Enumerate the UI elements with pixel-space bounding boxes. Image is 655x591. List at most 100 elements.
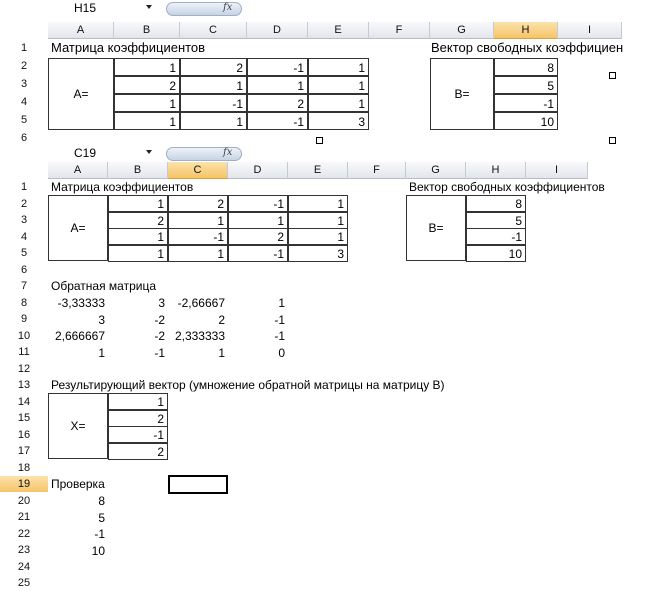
row-header-2[interactable]: 2 (0, 195, 48, 212)
a-label-cell[interactable]: A= (48, 58, 114, 130)
column-header-g[interactable]: G (406, 162, 466, 179)
matrix-cell[interactable]: -1 (168, 228, 228, 245)
matrix-cell[interactable]: 2 (228, 228, 288, 245)
matrix-cell[interactable]: 1 (180, 76, 247, 94)
inverse-cell[interactable]: -1 (108, 344, 168, 362)
b-label-cell[interactable]: B= (406, 195, 466, 261)
vector-cell[interactable]: 10 (494, 112, 558, 130)
check-cell[interactable]: -1 (48, 525, 108, 543)
row-header-6[interactable]: 6 (0, 261, 48, 278)
column-header-f[interactable]: F (348, 162, 406, 179)
row-header-4[interactable]: 4 (0, 228, 48, 245)
row-header-18[interactable]: 18 (0, 459, 48, 476)
matrix-cell[interactable]: 1 (114, 94, 180, 112)
matrix-cell[interactable]: -1 (180, 94, 247, 112)
resize-handle[interactable] (609, 72, 616, 79)
chevron-down-icon[interactable] (146, 150, 152, 154)
row-header-12[interactable]: 12 (0, 360, 48, 377)
matrix-cell[interactable]: 2 (114, 76, 180, 94)
column-header-i[interactable]: I (558, 22, 622, 39)
inverse-cell[interactable]: 3 (48, 311, 108, 329)
inverse-cell[interactable]: -3,33333 (48, 294, 108, 312)
resize-handle[interactable] (316, 137, 323, 144)
row-header-16[interactable]: 16 (0, 426, 48, 443)
matrix-cell[interactable]: 1 (180, 112, 247, 130)
name-box[interactable]: H15 (20, 1, 152, 15)
check-cell[interactable]: 8 (48, 492, 108, 510)
check-cell[interactable]: 10 (48, 542, 108, 560)
row-header-5[interactable]: 5 (0, 112, 48, 128)
row-header-10[interactable]: 10 (0, 327, 48, 344)
column-header-c[interactable]: C (180, 22, 247, 39)
row-header-14[interactable]: 14 (0, 393, 48, 410)
name-box[interactable]: C19 (20, 146, 152, 160)
row-header-13[interactable]: 13 (0, 377, 48, 393)
vector-cell[interactable]: -1 (466, 228, 526, 245)
matrix-cell[interactable]: -1 (228, 195, 288, 212)
row-header-11[interactable]: 11 (0, 344, 48, 360)
matrix-cell[interactable]: 1 (108, 195, 168, 212)
formula-input[interactable]: fx (166, 2, 242, 16)
inverse-cell[interactable]: -2 (108, 327, 168, 345)
row-header-19[interactable]: 19 (0, 476, 48, 492)
row-header-25[interactable]: 25 (0, 575, 48, 591)
matrix-cell[interactable]: 1 (308, 94, 369, 112)
inverse-cell[interactable]: 1 (228, 294, 288, 312)
vector-cell[interactable]: 5 (494, 76, 558, 94)
matrix-cell[interactable]: 1 (108, 244, 168, 262)
row-header-3[interactable]: 3 (0, 76, 48, 92)
matrix-cell[interactable]: 2 (108, 211, 168, 229)
matrix-cell[interactable]: 2 (168, 195, 228, 212)
column-header-e[interactable]: E (308, 22, 369, 39)
result-cell[interactable]: 2 (108, 409, 168, 427)
inverse-cell[interactable]: -1 (228, 327, 288, 345)
column-header-d[interactable]: D (247, 22, 308, 39)
active-cell-c19[interactable] (168, 475, 228, 494)
row-header-8[interactable]: 8 (0, 294, 48, 311)
row-header-1[interactable]: 1 (0, 40, 48, 56)
inverse-cell[interactable]: -2 (108, 311, 168, 329)
matrix-cell[interactable]: 3 (308, 112, 369, 130)
column-header-h[interactable]: H (494, 22, 558, 39)
formula-input[interactable]: fx (166, 147, 242, 161)
matrix-cell[interactable]: -1 (247, 112, 308, 130)
matrix-cell[interactable]: 1 (114, 112, 180, 130)
row-header-7[interactable]: 7 (0, 278, 48, 294)
row-header-2[interactable]: 2 (0, 58, 48, 74)
inverse-cell[interactable]: -1 (228, 311, 288, 329)
inverse-cell[interactable]: 1 (48, 344, 108, 362)
x-label-cell[interactable]: X= (48, 393, 108, 459)
column-header-b[interactable]: B (108, 162, 168, 179)
row-header-9[interactable]: 9 (0, 311, 48, 327)
result-cell[interactable]: 2 (108, 442, 168, 460)
row-header-17[interactable]: 17 (0, 443, 48, 459)
inverse-cell[interactable]: 2,666667 (48, 327, 108, 345)
row-header-23[interactable]: 23 (0, 542, 48, 558)
inverse-cell[interactable]: 1 (168, 344, 228, 362)
row-header-20[interactable]: 20 (0, 492, 48, 509)
column-header-g[interactable]: G (430, 22, 494, 39)
check-cell[interactable]: 5 (48, 509, 108, 527)
a-label-cell[interactable]: A= (48, 195, 108, 261)
vector-cell[interactable]: 8 (494, 58, 558, 76)
matrix-cell[interactable]: 2 (180, 58, 247, 76)
result-cell[interactable]: 1 (108, 393, 168, 410)
matrix-cell[interactable]: -1 (247, 58, 308, 76)
matrix-cell[interactable]: 1 (168, 244, 228, 262)
vector-cell[interactable]: -1 (494, 94, 558, 112)
column-header-a[interactable]: A (48, 162, 108, 179)
matrix-cell[interactable]: 1 (288, 211, 348, 229)
inverse-cell[interactable]: 2,333333 (168, 327, 228, 345)
matrix-cell[interactable]: 1 (288, 228, 348, 245)
matrix-cell[interactable]: 1 (114, 58, 180, 76)
vector-cell[interactable]: 10 (466, 244, 526, 262)
column-header-e[interactable]: E (288, 162, 348, 179)
matrix-cell[interactable]: -1 (228, 244, 288, 262)
fx-icon[interactable]: fx (223, 2, 232, 13)
inverse-cell[interactable]: 2 (168, 311, 228, 329)
resize-handle[interactable] (609, 137, 616, 144)
row-header-6[interactable]: 6 (0, 130, 48, 145)
column-header-a[interactable]: A (48, 22, 114, 39)
vector-cell[interactable]: 5 (466, 211, 526, 229)
matrix-cell[interactable]: 2 (247, 94, 308, 112)
